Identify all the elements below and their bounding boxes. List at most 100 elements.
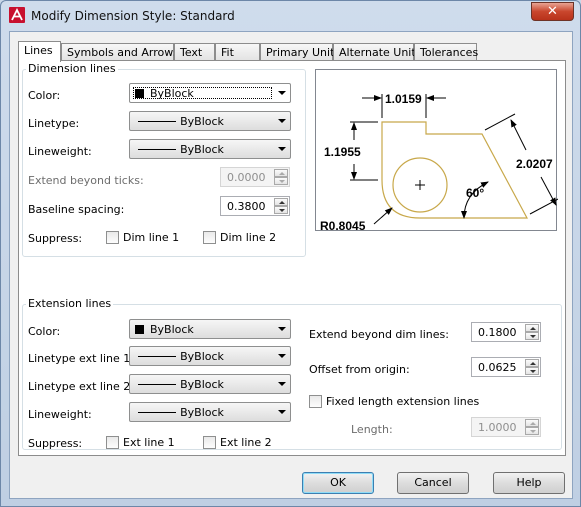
offset-from-origin-input[interactable]: 0.0625 (471, 357, 541, 377)
chevron-down-icon (278, 382, 286, 386)
part-outline (381, 121, 529, 219)
linetype-ext-2-label: Linetype ext line 2: (28, 380, 134, 393)
extend-beyond-ticks-input[interactable]: 0.0000 (220, 167, 290, 187)
tab-fit[interactable]: Fit (215, 43, 260, 61)
spin-up-icon[interactable] (274, 198, 288, 206)
dim-linetype-select[interactable]: ByBlock (129, 111, 291, 131)
color-swatch (135, 325, 144, 334)
close-button[interactable]: ✕ (531, 2, 574, 21)
tab-symbols-and-arrows[interactable]: Symbols and Arrows (61, 43, 179, 61)
spin-buttons (525, 359, 539, 375)
dim-lineweight-label: Lineweight: (28, 145, 92, 158)
ext-lineweight-select[interactable]: ByBlock (129, 402, 291, 422)
linetype-ext-2-value: ByBlock (180, 378, 224, 391)
dim-left-text: 1.1955 (324, 145, 361, 159)
chevron-down-icon (278, 354, 286, 358)
spin-up-icon[interactable] (274, 169, 288, 177)
ext-line-2-checkbox[interactable] (203, 436, 216, 449)
preview-drawing: 1.0159 1.1955 2.0207 60° R0.8045 (320, 92, 558, 232)
length-input[interactable]: 1.0000 (471, 417, 541, 437)
dim-right-text: 2.0207 (516, 157, 553, 171)
tab-lines[interactable]: Lines (18, 41, 61, 62)
dim-line-2-label: Dim line 2 (220, 231, 277, 244)
ext-lineweight-value: ByBlock (180, 406, 224, 419)
chevron-down-icon (278, 119, 286, 123)
dim-linetype-label: Linetype: (28, 117, 80, 130)
ext-suppress-label: Suppress: (28, 437, 83, 450)
dimension-lines-title: Dimension lines (26, 62, 118, 75)
extend-beyond-dim-lines-label: Extend beyond dim lines: (309, 328, 449, 341)
spin-buttons (525, 324, 539, 340)
radius-leader (373, 207, 393, 225)
spin-up-icon[interactable] (525, 324, 539, 332)
title-bar[interactable]: Modify Dimension Style: Standard ✕ (1, 1, 580, 31)
extend-beyond-dim-lines-input[interactable]: 0.1800 (471, 322, 541, 342)
ext-line-1-label: Ext line 1 (123, 436, 175, 449)
ext-lineweight-label: Lineweight: (28, 408, 92, 421)
tab-alternate-units[interactable]: Alternate Units (333, 43, 421, 61)
dim-lineweight-value: ByBlock (180, 143, 224, 156)
length-label: Length: (351, 423, 393, 436)
tab-text[interactable]: Text (174, 43, 215, 61)
ext-color-value: ByBlock (150, 323, 194, 336)
dimension-preview: 1.0159 1.1955 2.0207 60° R0.8045 (315, 69, 558, 232)
autocad-app-icon (9, 7, 25, 23)
dim-line-2-checkbox[interactable] (203, 231, 216, 244)
extend-beyond-ticks-value: 0.0000 (227, 171, 266, 184)
dim-line-1-label: Dim line 1 (123, 231, 180, 244)
spin-down-icon[interactable] (525, 367, 539, 375)
fixed-length-checkbox[interactable] (309, 395, 322, 408)
spin-buttons (274, 169, 288, 185)
radius-text: R0.8045 (320, 219, 366, 232)
baseline-spacing-value: 0.3800 (227, 200, 266, 213)
lines-tab-panel: Dimension lines Color: ByBlock Linetype:… (18, 60, 566, 456)
help-button[interactable]: Help (493, 472, 565, 494)
chevron-down-icon (278, 147, 286, 151)
dialog-window: Modify Dimension Style: Standard ✕ Lines… (0, 0, 581, 507)
angle-text: 60° (466, 186, 484, 200)
linetype-ext-1-value: ByBlock (180, 350, 224, 363)
spin-buttons (274, 198, 288, 214)
extension-lines-title: Extension lines (26, 297, 114, 310)
tab-primary-units[interactable]: Primary Units (260, 43, 340, 61)
spin-up-icon[interactable] (525, 419, 539, 427)
chevron-down-icon (278, 91, 286, 95)
spin-up-icon[interactable] (525, 359, 539, 367)
fixed-length-label: Fixed length extension lines (326, 395, 480, 408)
extend-beyond-dim-lines-value: 0.1800 (478, 326, 517, 339)
center-mark (415, 180, 425, 190)
offset-from-origin-value: 0.0625 (478, 361, 517, 374)
tab-tolerances[interactable]: Tolerances (414, 43, 478, 61)
dim-suppress-label: Suppress: (28, 232, 83, 245)
linetype-ext-2-select[interactable]: ByBlock (129, 374, 291, 394)
window-title: Modify Dimension Style: Standard (31, 9, 235, 23)
length-value: 1.0000 (478, 421, 517, 434)
dim-top-text: 1.0159 (385, 92, 422, 106)
dialog-body: Lines Symbols and Arrows Text Fit Primar… (9, 31, 573, 499)
dim-color-select[interactable]: ByBlock (129, 83, 291, 103)
dim-linetype-value: ByBlock (180, 115, 224, 128)
dim-color-label: Color: (28, 89, 61, 102)
spin-down-icon[interactable] (525, 427, 539, 435)
dim-lineweight-select[interactable]: ByBlock (129, 139, 291, 159)
ext-color-label: Color: (28, 325, 61, 338)
baseline-spacing-input[interactable]: 0.3800 (220, 196, 290, 216)
cancel-button[interactable]: Cancel (397, 472, 469, 494)
dim-line-right-b (540, 176, 557, 206)
ext-line-2-label: Ext line 2 (220, 436, 272, 449)
baseline-spacing-label: Baseline spacing: (28, 203, 125, 216)
ext-color-select[interactable]: ByBlock (129, 319, 291, 339)
close-icon: ✕ (547, 4, 558, 19)
spin-down-icon[interactable] (274, 206, 288, 214)
offset-from-origin-label: Offset from origin: (309, 363, 410, 376)
ok-button[interactable]: OK (302, 472, 374, 494)
dim-line-1-checkbox[interactable] (106, 231, 119, 244)
spin-down-icon[interactable] (525, 332, 539, 340)
linetype-ext-1-label: Linetype ext line 1: (28, 352, 134, 365)
linetype-ext-1-select[interactable]: ByBlock (129, 346, 291, 366)
spin-down-icon[interactable] (274, 177, 288, 185)
ext-line-right-a (484, 113, 516, 131)
dim-line-right-a (510, 119, 527, 151)
chevron-down-icon (278, 327, 286, 331)
ext-line-1-checkbox[interactable] (106, 436, 119, 449)
